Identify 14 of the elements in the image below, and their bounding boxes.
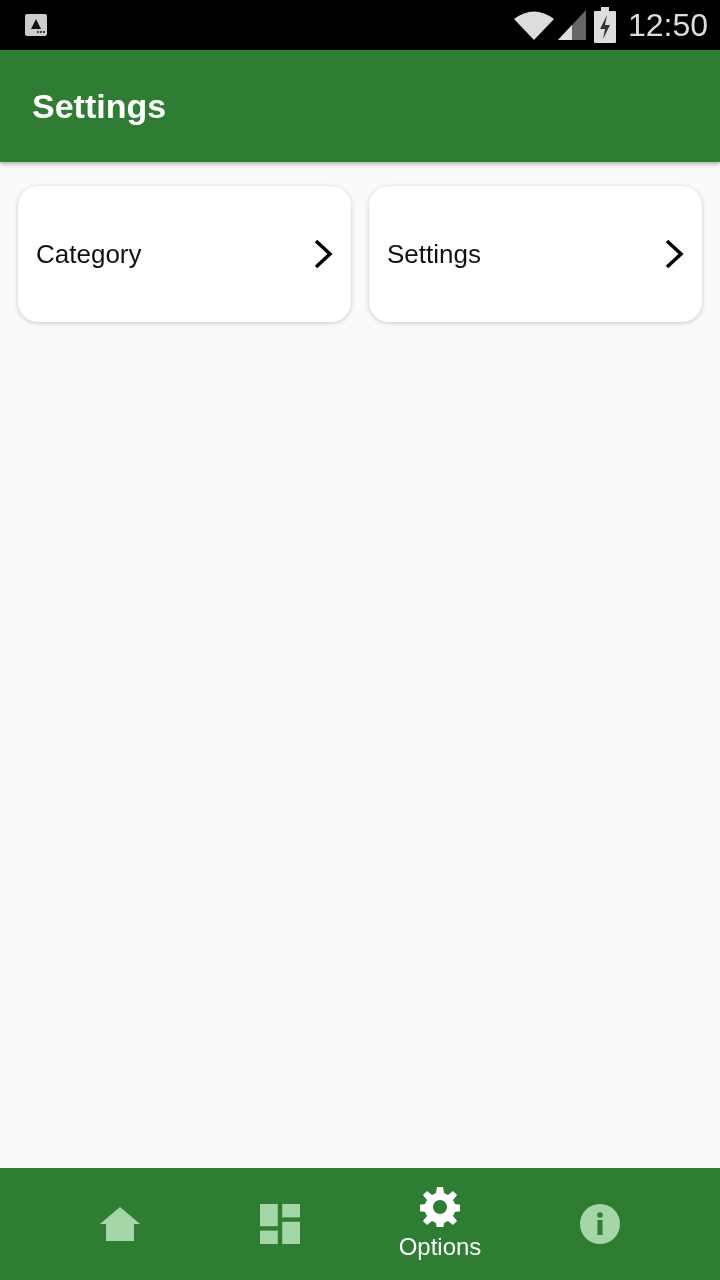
chevron-icon bbox=[313, 238, 333, 270]
notification-icon bbox=[25, 14, 47, 36]
info-icon bbox=[580, 1204, 620, 1244]
page-title: Settings bbox=[32, 86, 167, 126]
settings-card[interactable]: Settings bbox=[369, 186, 702, 322]
settings-card[interactable]: Category bbox=[18, 186, 351, 322]
settings-icon bbox=[420, 1187, 460, 1227]
status-time: 12:50 bbox=[627, 6, 708, 44]
signal-icon bbox=[557, 10, 586, 40]
wifi-icon bbox=[513, 10, 554, 40]
home-icon bbox=[100, 1204, 140, 1244]
battery-icon bbox=[593, 7, 616, 43]
dashboard-icon bbox=[260, 1204, 300, 1244]
chevron-icon bbox=[664, 238, 684, 270]
